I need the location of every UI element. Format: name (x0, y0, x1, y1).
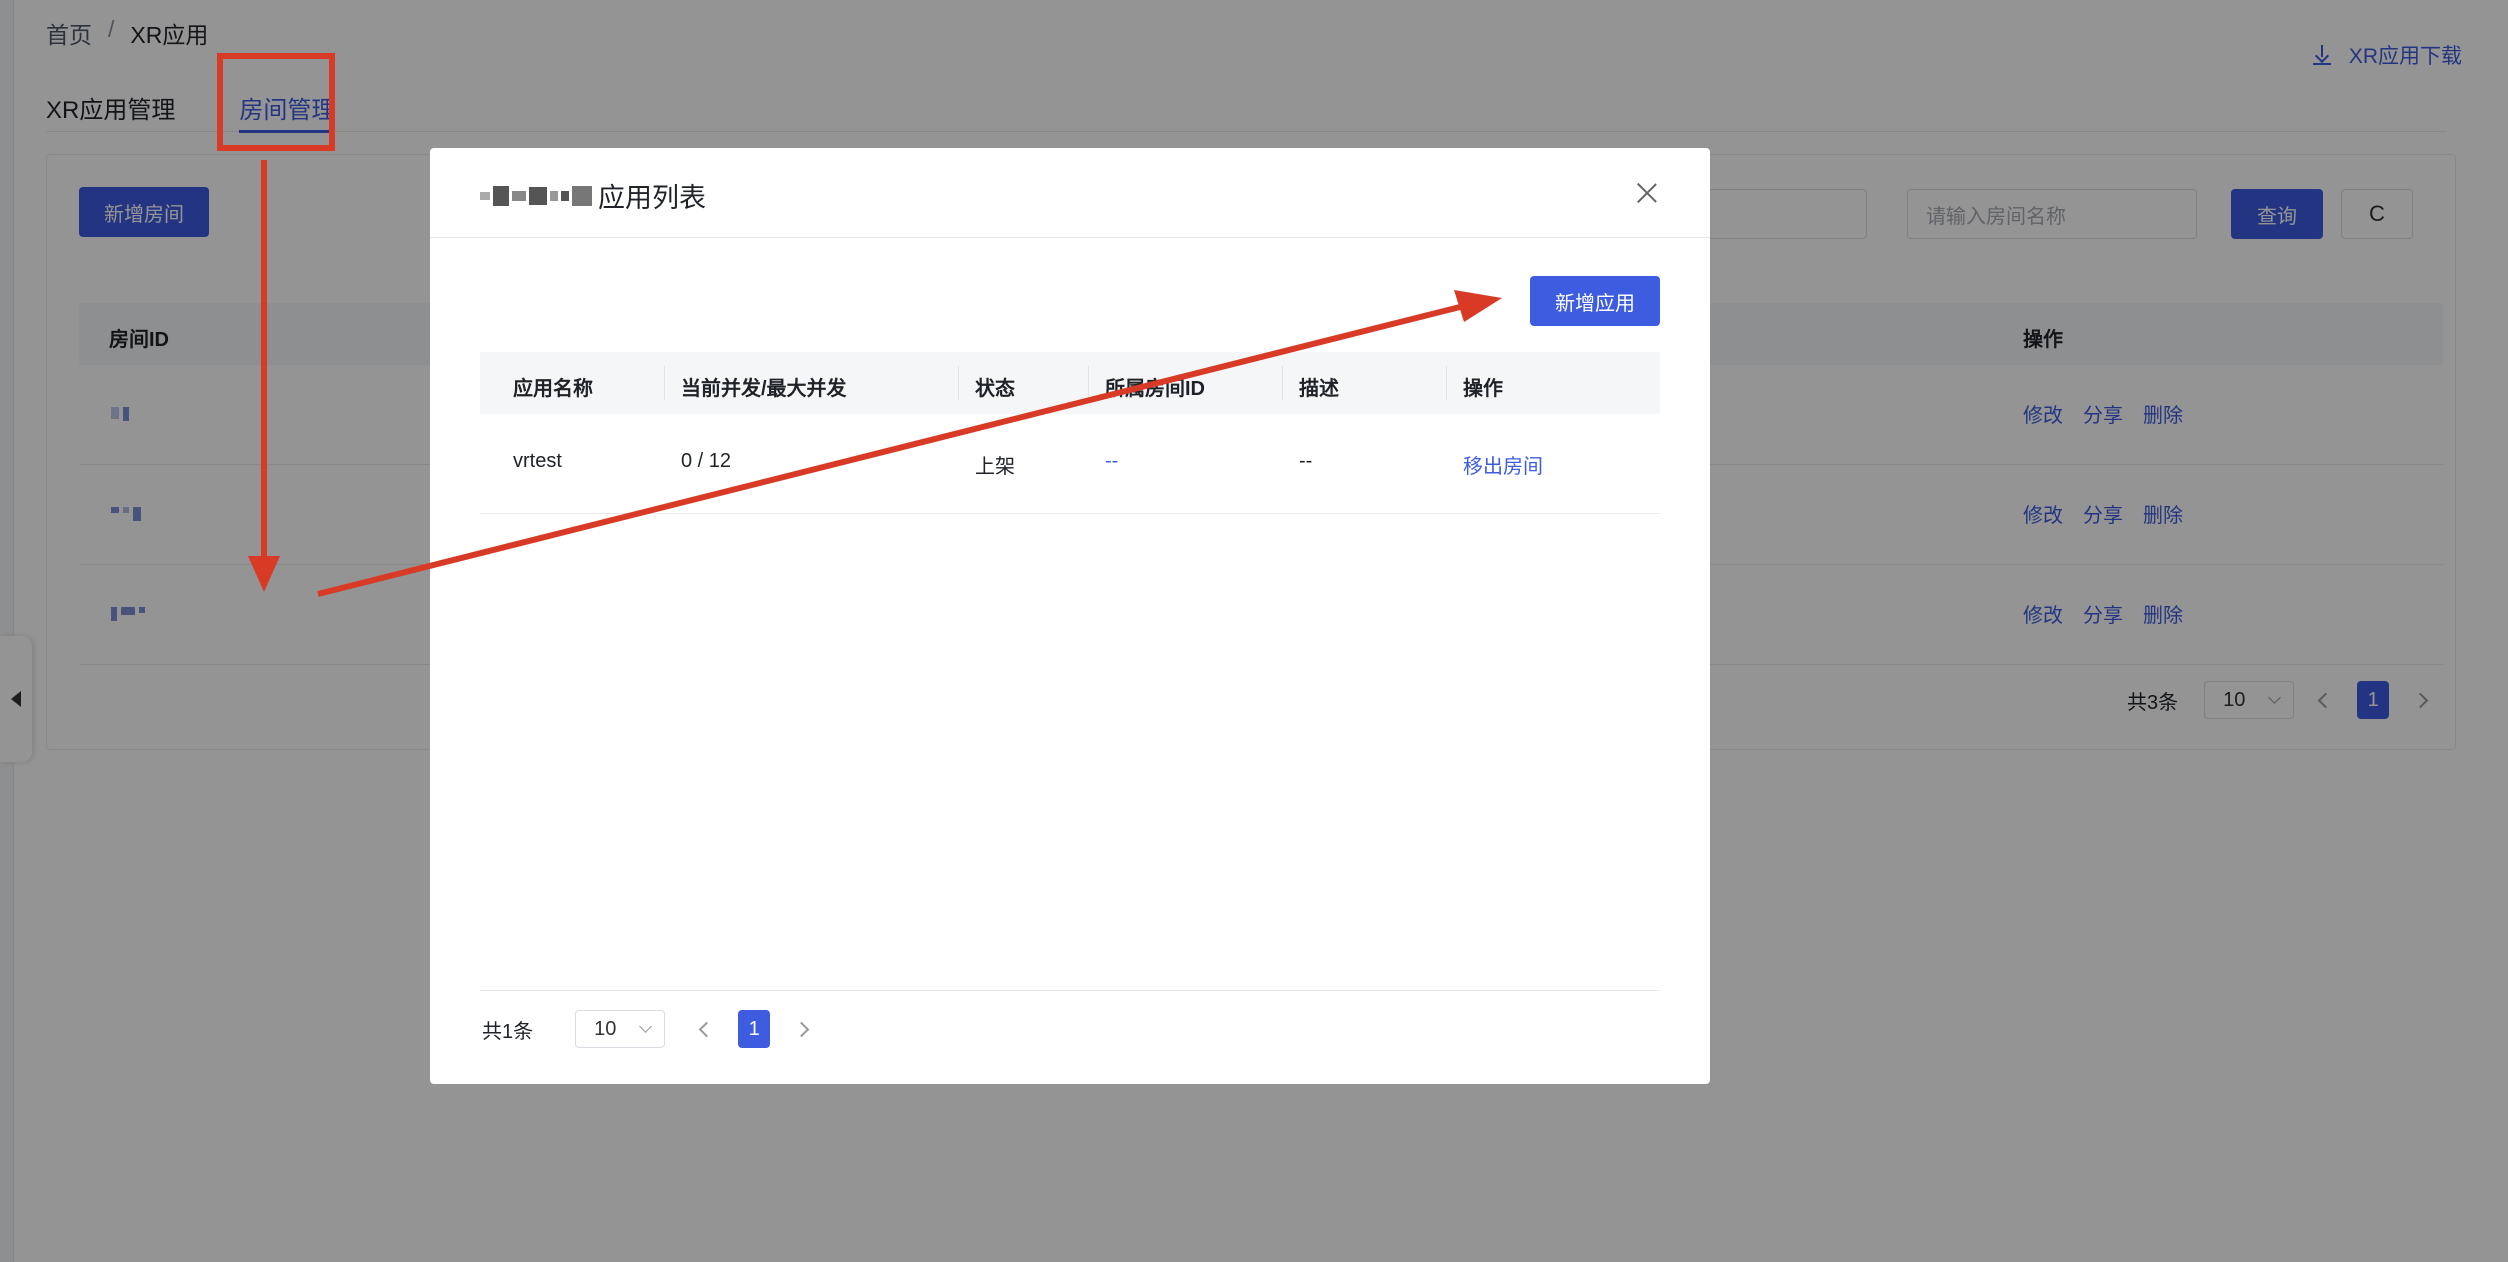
annotation-layer (217, 53, 1502, 597)
annotation-arrow-diagonal (317, 303, 1465, 597)
arrowhead-icon (1454, 290, 1502, 322)
highlight-box (217, 53, 335, 151)
arrowhead-icon (248, 556, 280, 592)
